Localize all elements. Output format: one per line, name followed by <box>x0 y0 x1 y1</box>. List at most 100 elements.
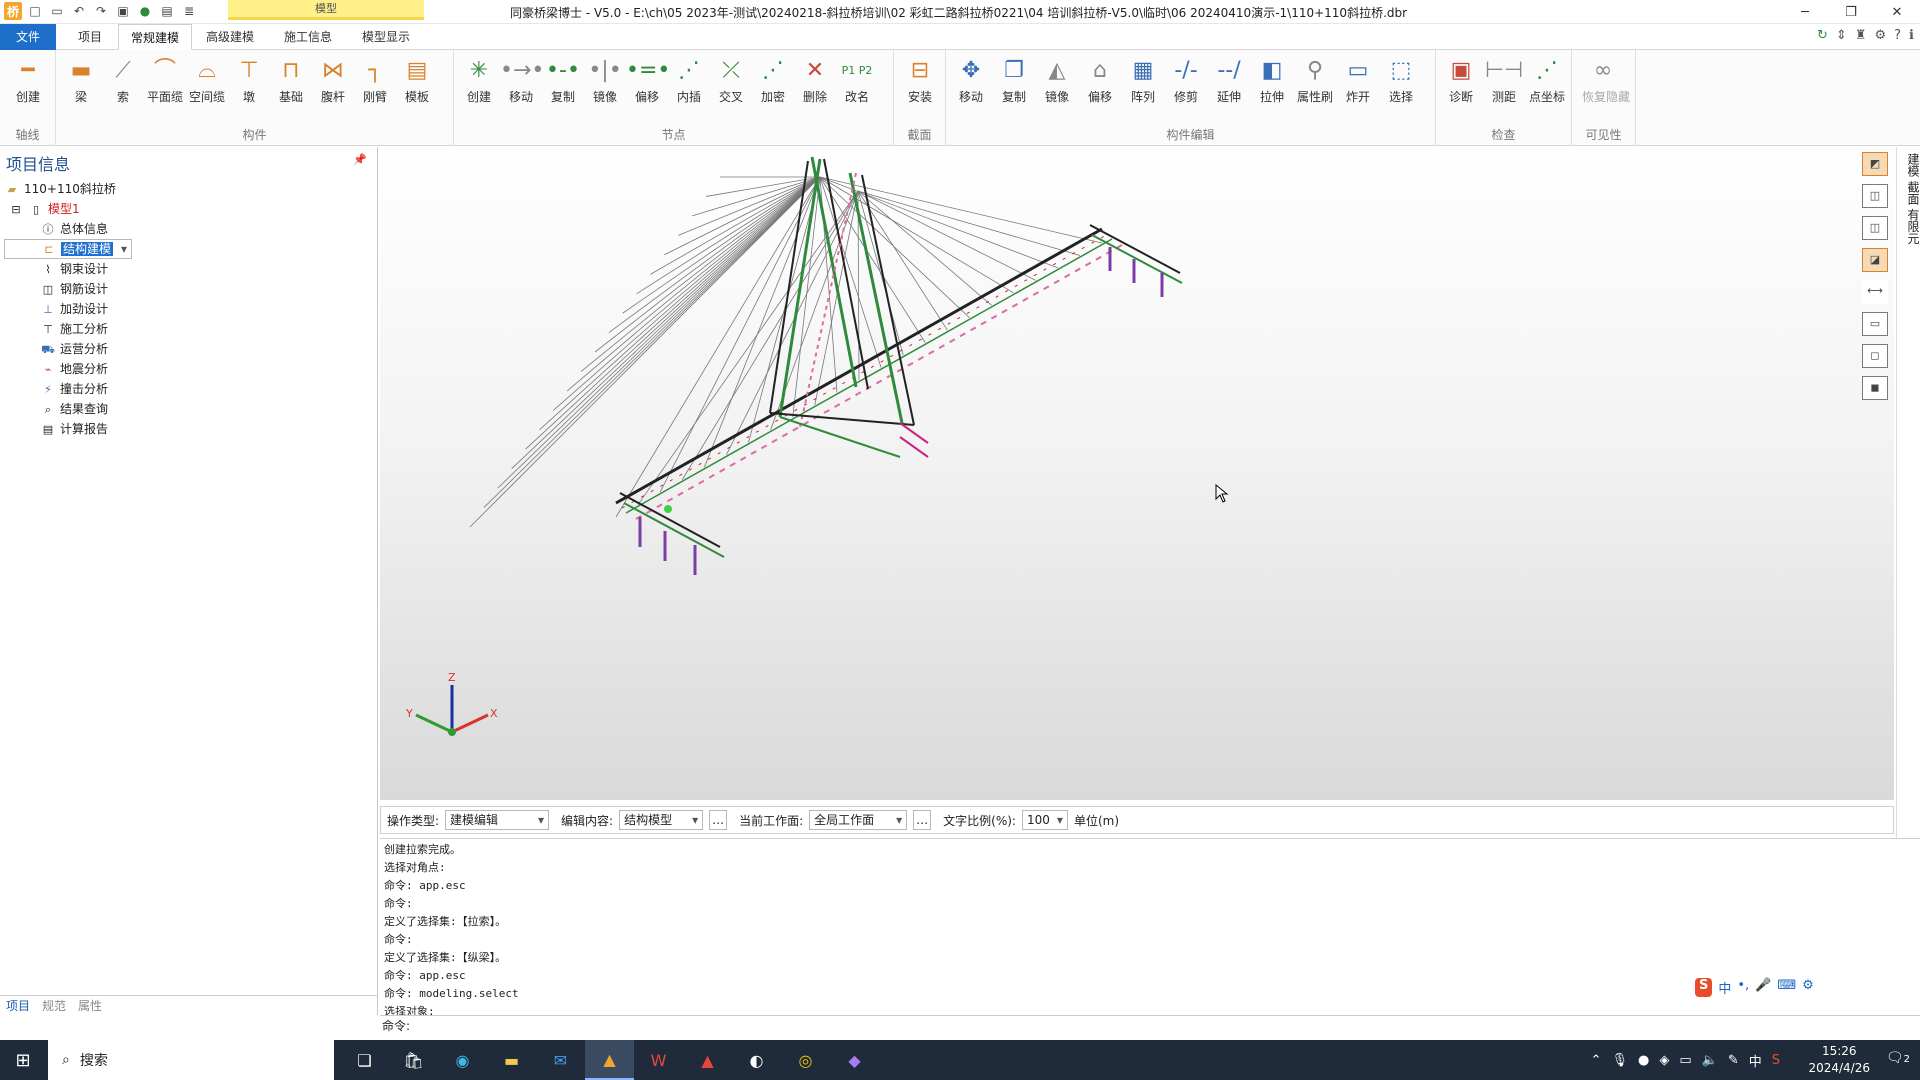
script-icon[interactable]: ≣ <box>180 2 198 20</box>
intersect-button[interactable]: ⤫ 交叉 <box>710 54 752 116</box>
node-offset-button[interactable]: •=• 偏移 <box>626 54 670 116</box>
visual-studio-icon[interactable]: ◆ <box>830 1040 879 1080</box>
tray-expand-icon[interactable]: ⌃ <box>1591 1053 1602 1068</box>
extend-button[interactable]: --/延伸 <box>1208 54 1250 116</box>
bridge-model-drawing[interactable]: Z Y X <box>380 147 1894 800</box>
section-install-button[interactable]: ⊟ 安装 <box>899 54 941 116</box>
left-abutment[interactable] <box>619 492 725 575</box>
restore-button[interactable]: ❐ <box>1828 0 1874 24</box>
export-icon[interactable]: ▤ <box>158 2 176 20</box>
stay-cable[interactable] <box>819 176 1058 269</box>
pen-icon[interactable]: ✎ <box>1728 1053 1739 1068</box>
rename-button[interactable]: P1 P2 改名 <box>836 54 878 116</box>
minimize-button[interactable]: ─ <box>1782 0 1828 24</box>
command-input[interactable]: 命令: <box>380 1015 1920 1036</box>
measure-button[interactable]: ⊢⊣ 测距 <box>1483 54 1525 116</box>
stay-cable[interactable] <box>483 176 821 508</box>
tree-item-general-info[interactable]: ⓘ 总体信息 <box>4 219 132 239</box>
open-file-icon[interactable]: ▭ <box>48 2 66 20</box>
volume-icon[interactable]: 🔈 <box>1702 1053 1718 1068</box>
stay-cable[interactable] <box>525 176 821 450</box>
ime-punct-icon[interactable]: •, <box>1737 978 1749 997</box>
side-tabs-label[interactable]: 建模 截面 有限元 <box>1899 153 1920 245</box>
view-box-button[interactable]: ◻ <box>1862 344 1888 368</box>
right-abutment[interactable] <box>1089 224 1183 297</box>
rigid-arm-button[interactable]: ┐ 刚臂 <box>354 54 396 116</box>
stay-cable[interactable] <box>469 176 821 528</box>
stay-cable[interactable] <box>594 176 821 353</box>
help-icon[interactable]: ? <box>1894 28 1901 43</box>
workplane-more-button[interactable]: … <box>913 810 932 830</box>
edge-icon[interactable]: ◉ <box>438 1040 487 1080</box>
tree-item-stiffener-design[interactable]: ⊥ 加劲设计 <box>4 299 132 319</box>
member-offset-button[interactable]: ⌂ 偏移 <box>1079 54 1121 116</box>
op-type-select[interactable]: 建模编辑 <box>445 810 550 830</box>
tree-item-structure-modeling[interactable]: ⊏ 结构建模 <box>4 239 133 259</box>
tab-project-panel[interactable]: 项目 <box>6 996 30 1015</box>
pdf-icon[interactable]: ▲ <box>683 1040 732 1080</box>
workplane-select[interactable]: 全局工作面 <box>809 810 908 830</box>
refresh-icon[interactable]: ↻ <box>1817 28 1828 43</box>
collapse-icon[interactable]: ⊟ <box>8 200 24 220</box>
stretch-button[interactable]: ◧ 拉伸 <box>1251 54 1293 116</box>
view-axis-button[interactable]: ⟷ <box>1862 280 1888 304</box>
stay-cable[interactable] <box>539 176 821 431</box>
tab-file[interactable]: 文件 <box>0 24 56 50</box>
tree-item-rebar-design[interactable]: ◫ 钢筋设计 <box>4 279 132 299</box>
tray-lang[interactable]: 中 <box>1749 1051 1762 1070</box>
wps-icon[interactable]: W <box>634 1040 683 1080</box>
foundation-button[interactable]: ⊓ 基础 <box>270 54 312 116</box>
tree-item-seismic-analysis[interactable]: ⌁ 地震分析 <box>4 359 132 379</box>
beam-button[interactable]: ▬ 梁 <box>60 54 102 116</box>
view-top-button[interactable]: ◪ <box>1862 248 1888 272</box>
undo-icon[interactable]: ↶ <box>70 2 88 20</box>
view-iso-button[interactable]: ◩ <box>1862 152 1888 176</box>
edit-content-select[interactable]: 结构模型 <box>619 810 704 830</box>
network-icon[interactable]: ▭ <box>1679 1053 1691 1068</box>
view-plane-button[interactable]: ▭ <box>1862 312 1888 336</box>
save-icon[interactable]: ▣ <box>114 2 132 20</box>
ime-keyboard-icon[interactable]: ⌨ <box>1777 978 1796 997</box>
bridge-app-icon[interactable]: ▲ <box>585 1040 634 1080</box>
restore-hidden-button[interactable]: ∞ 恢复隐藏 <box>1582 54 1630 116</box>
obs-icon[interactable]: ◐ <box>732 1040 781 1080</box>
stay-cable[interactable] <box>580 176 821 372</box>
cable-button[interactable]: ⟋ 索 <box>102 54 144 116</box>
store-icon[interactable]: 🛍 <box>389 1040 438 1080</box>
tree-item-model[interactable]: ⊟ ▯ 模型1 <box>4 199 132 219</box>
node-move-button[interactable]: •→• 移动 <box>500 54 544 116</box>
view-cube-button[interactable]: ◼ <box>1862 376 1888 400</box>
explorer-icon[interactable]: ▬ <box>487 1040 536 1080</box>
node-create-button[interactable]: ✳ 创建 <box>458 54 500 116</box>
tray-app-icon[interactable]: ● <box>1638 1053 1649 1068</box>
edit-content-more-button[interactable]: … <box>709 810 728 830</box>
new-file-icon[interactable]: □ <box>26 2 44 20</box>
tab-code-panel[interactable]: 规范 <box>42 996 66 1015</box>
tree-item-result-query[interactable]: ⌕ 结果查询 <box>4 399 132 419</box>
clock[interactable]: 15:26 2024/4/26 <box>1808 1043 1870 1077</box>
notification-button[interactable]: 🗨2 <box>1886 1050 1910 1066</box>
stay-cable[interactable] <box>857 190 1081 256</box>
explode-button[interactable]: ▭ 炸开 <box>1337 54 1379 116</box>
stay-cable[interactable] <box>792 176 821 418</box>
tab-regular-modeling[interactable]: 常规建模 <box>118 24 193 50</box>
tree-item-operation-analysis[interactable]: ⛟ 运营分析 <box>4 339 132 359</box>
tree-item-construction-analysis[interactable]: ⊤ 施工分析 <box>4 319 132 339</box>
stay-cable[interactable] <box>553 176 821 411</box>
tree-item-calc-report[interactable]: ▤ 计算报告 <box>4 419 132 439</box>
member-copy-button[interactable]: ❐ 复制 <box>993 54 1035 116</box>
pier-button[interactable]: ⊤ 墩 <box>228 54 270 116</box>
tab-advanced-modeling[interactable]: 高级建模 <box>194 24 266 50</box>
stay-cables[interactable] <box>469 176 1103 528</box>
model-viewport[interactable]: Z Y X <box>380 147 1894 800</box>
tab-property-panel[interactable]: 属性 <box>78 996 102 1015</box>
ime-lang[interactable]: 中 <box>1718 978 1731 997</box>
tree-item-project[interactable]: ▰ 110+110斜拉桥 <box>4 179 132 199</box>
point-coord-button[interactable]: ⋰ 点坐标 <box>1526 54 1568 116</box>
stay-cable[interactable] <box>659 176 821 493</box>
tree-item-tendon-design[interactable]: ⌇ 钢束设计 <box>4 259 132 279</box>
about-icon[interactable]: ℹ <box>1909 28 1914 43</box>
mail-icon[interactable]: ✉ <box>536 1040 585 1080</box>
close-button[interactable]: ✕ <box>1874 0 1920 24</box>
tab-project[interactable]: 项目 <box>66 24 114 50</box>
